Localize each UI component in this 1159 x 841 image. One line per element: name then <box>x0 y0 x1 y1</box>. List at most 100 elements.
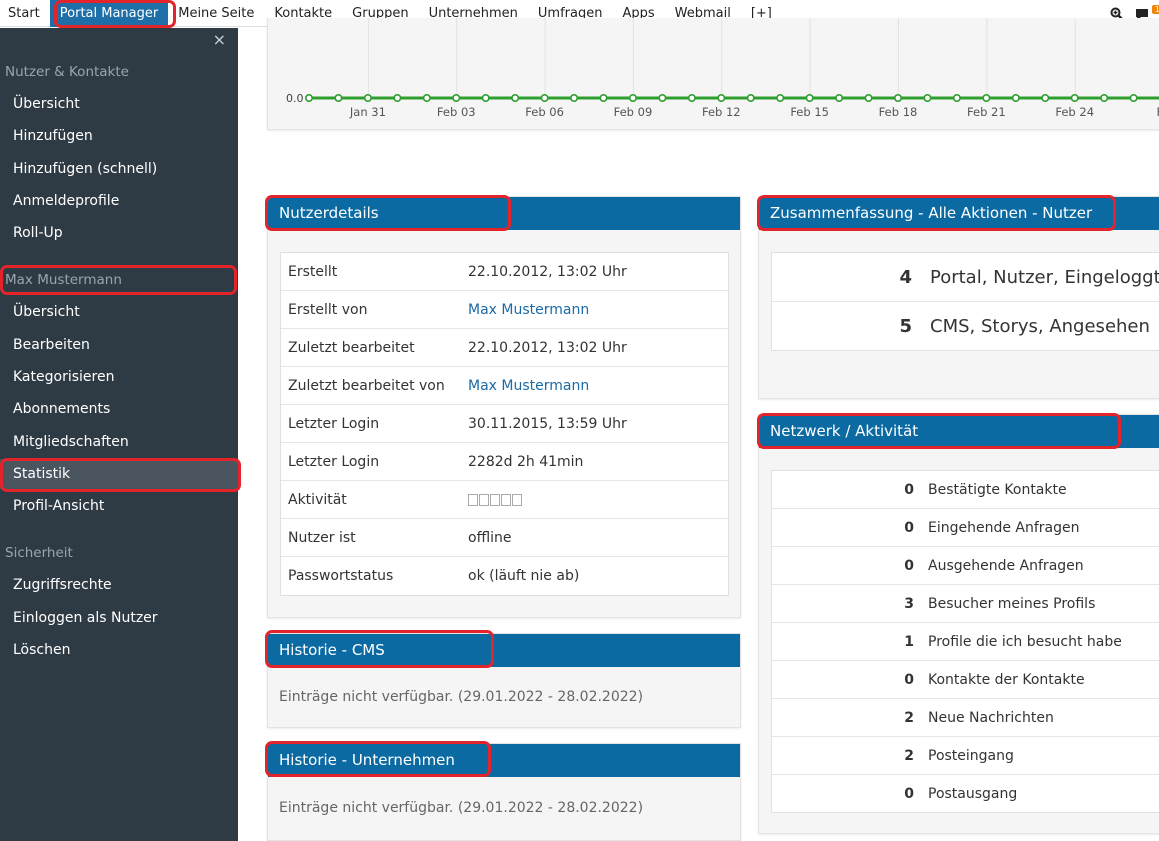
data-point <box>334 94 343 103</box>
table-row: Nutzer ist offline <box>281 519 728 557</box>
row-key: Letzter Login <box>288 454 380 470</box>
data-point <box>1100 94 1109 103</box>
data-point <box>481 94 490 103</box>
netzwerk-table: 0 Bestätigte Kontakte 0 Eingehende Anfra… <box>771 470 1159 813</box>
sidebar-item-profil-ansicht[interactable]: Profil-Ansicht <box>0 491 238 521</box>
table-row[interactable]: 0 Eingehende Anfragen <box>772 509 1159 547</box>
row-label: Posteingang <box>928 748 1014 764</box>
data-point <box>363 94 372 103</box>
nav-portal-manager[interactable]: Portal Manager <box>49 0 169 27</box>
sidebar-item-roll-up[interactable]: Roll-Up <box>0 218 238 248</box>
historie-cms-panel: Historie - CMS Einträge nicht verfügbar.… <box>267 633 741 728</box>
sidebar-item-bearbeiten[interactable]: Bearbeiten <box>0 330 238 360</box>
sidebar-section-title: Max Mustermann <box>5 272 122 288</box>
data-point <box>982 94 991 103</box>
nutzerdetails-header: Nutzerdetails <box>268 197 740 230</box>
row-value: 2282d 2h 41min <box>468 454 584 470</box>
activity-indicator <box>468 481 522 519</box>
row-value: offline <box>468 530 512 546</box>
table-row: Letzter Login 2282d 2h 41min <box>281 443 728 481</box>
table-row[interactable]: 0 Kontakte der Kontakte <box>772 661 1159 699</box>
data-point <box>393 94 402 103</box>
data-point <box>1129 94 1138 103</box>
data-point <box>952 94 961 103</box>
row-key: Nutzer ist <box>288 530 356 546</box>
data-point <box>658 94 667 103</box>
row-count: 4 <box>899 267 912 288</box>
table-row: Letzter Login 30.11.2015, 13:59 Uhr <box>281 405 728 443</box>
close-icon[interactable]: × <box>213 31 226 49</box>
sidebar-item-kategorisieren[interactable]: Kategorisieren <box>0 362 238 392</box>
data-point <box>746 94 755 103</box>
data-point <box>452 94 461 103</box>
data-point <box>893 94 902 103</box>
table-row: Passwortstatus ok (läuft nie ab) <box>281 557 728 595</box>
nav-start[interactable]: Start <box>0 0 50 27</box>
row-count: 2 <box>904 748 914 764</box>
row-count: 0 <box>904 482 914 498</box>
row-count: 0 <box>904 672 914 688</box>
notification-badge: 1 <box>1151 4 1159 14</box>
row-value: ok (läuft nie ab) <box>468 568 580 584</box>
row-key: Passwortstatus <box>288 568 394 584</box>
data-point <box>628 94 637 103</box>
data-point <box>1041 94 1050 103</box>
row-label: CMS, Storys, Angesehen <box>930 316 1150 337</box>
historie-unternehmen-panel: Historie - Unternehmen Einträge nicht ve… <box>267 743 741 841</box>
x-tick-label: Feb 24 <box>1055 105 1094 119</box>
x-tick-label: Feb 15 <box>790 105 829 119</box>
sidebar-item-uebersicht[interactable]: Übersicht <box>0 89 238 119</box>
x-tick-label: Feb 12 <box>702 105 741 119</box>
sidebar-item-user-uebersicht[interactable]: Übersicht <box>0 297 238 327</box>
x-tick-label: Feb 09 <box>614 105 653 119</box>
last-edited-by-link[interactable]: Max Mustermann <box>468 367 589 405</box>
data-point <box>1070 94 1079 103</box>
row-label: Kontakte der Kontakte <box>928 672 1085 688</box>
nutzerdetails-table: Erstellt 22.10.2012, 13:02 Uhr Erstellt … <box>280 252 729 596</box>
row-key: Zuletzt bearbeitet <box>288 340 415 356</box>
sidebar-item-loeschen[interactable]: Löschen <box>0 635 238 665</box>
table-row: 5 CMS, Storys, Angesehen <box>772 302 1159 351</box>
historie-unternehmen-header: Historie - Unternehmen <box>268 744 740 777</box>
zusammenfassung-panel: Zusammenfassung - Alle Aktionen - Nutzer… <box>758 196 1159 399</box>
data-point <box>687 94 696 103</box>
table-row: Erstellt 22.10.2012, 13:02 Uhr <box>281 253 728 291</box>
data-point <box>540 94 549 103</box>
x-tick-label: Feb 03 <box>437 105 476 119</box>
row-key: Letzter Login <box>288 416 380 432</box>
x-tick-label: Feb 18 <box>879 105 918 119</box>
table-row[interactable]: 1 Profile die ich besucht habe <box>772 623 1159 661</box>
sidebar-item-mitgliedschaften[interactable]: Mitgliedschaften <box>0 427 238 457</box>
sidebar-item-anmeldeprofile[interactable]: Anmeldeprofile <box>0 186 238 216</box>
row-value: 22.10.2012, 13:02 Uhr <box>468 264 627 280</box>
table-row[interactable]: 0 Postausgang <box>772 775 1159 813</box>
y-tick-label: 0.0 <box>286 92 304 105</box>
row-label: Besucher meines Profils <box>928 596 1096 612</box>
table-row[interactable]: 0 Ausgehende Anfragen <box>772 547 1159 585</box>
row-key: Aktivität <box>288 492 347 508</box>
table-row[interactable]: 3 Besucher meines Profils <box>772 585 1159 623</box>
sidebar-item-statistik[interactable]: Statistik <box>0 459 238 489</box>
sidebar-item-hinzufuegen-schnell[interactable]: Hinzufügen (schnell) <box>0 154 238 184</box>
nav-meine-seite[interactable]: Meine Seite <box>168 0 264 27</box>
table-row[interactable]: 2 Neue Nachrichten <box>772 699 1159 737</box>
sidebar-item-abonnements[interactable]: Abonnements <box>0 394 238 424</box>
sidebar-item-einloggen-als-nutzer[interactable]: Einloggen als Nutzer <box>0 603 238 633</box>
row-count: 0 <box>904 558 914 574</box>
created-by-link[interactable]: Max Mustermann <box>468 291 589 329</box>
zusammenfassung-header: Zusammenfassung - Alle Aktionen - Nutzer <box>759 197 1159 230</box>
activity-line-chart: 0.0 Jan 31 Feb 03 Feb 06 Feb 09 Feb 12 Feb 15 F… <box>286 18 1159 119</box>
row-key: Erstellt <box>288 264 338 280</box>
sidebar-item-hinzufuegen[interactable]: Hinzufügen <box>0 121 238 151</box>
table-row: Zuletzt bearbeitet 22.10.2012, 13:02 Uhr <box>281 329 728 367</box>
row-label: Portal, Nutzer, Eingeloggt <box>930 267 1159 288</box>
sidebar: × Nutzer & Kontakte Übersicht Hinzufügen… <box>0 28 238 841</box>
table-row[interactable]: 0 Bestätigte Kontakte <box>772 471 1159 509</box>
data-point <box>923 94 932 103</box>
table-row[interactable]: 2 Posteingang <box>772 737 1159 775</box>
table-row: 4 Portal, Nutzer, Eingeloggt <box>772 253 1159 302</box>
row-label: Ausgehende Anfragen <box>928 558 1084 574</box>
row-label: Eingehende Anfragen <box>928 520 1080 536</box>
sidebar-item-zugriffsrechte[interactable]: Zugriffsrechte <box>0 570 238 600</box>
zusammenfassung-table: 4 Portal, Nutzer, Eingeloggt 5 CMS, Stor… <box>771 252 1159 351</box>
